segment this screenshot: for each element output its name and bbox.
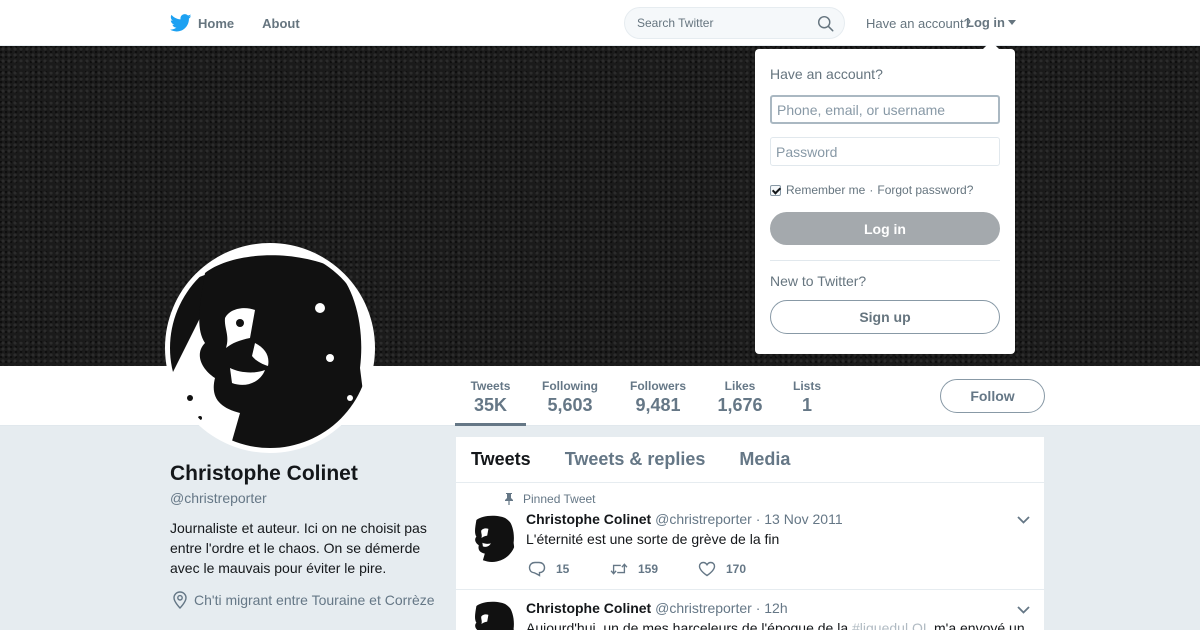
stat-likes-label: Likes bbox=[724, 379, 756, 393]
tweet-avatar[interactable] bbox=[468, 514, 516, 562]
profile-avatar[interactable] bbox=[165, 243, 375, 453]
stat-tweets-value: 35K bbox=[473, 395, 508, 415]
tab-media[interactable]: Media bbox=[739, 449, 790, 470]
stat-likes-value: 1,676 bbox=[717, 395, 763, 415]
tweet-author-name[interactable]: Christophe Colinet bbox=[526, 600, 651, 616]
tweet-avatar-photo bbox=[468, 600, 516, 630]
location-pin-icon bbox=[173, 591, 187, 609]
stat-followers[interactable]: Followers 9,481 bbox=[624, 366, 692, 426]
signup-button[interactable]: Sign up bbox=[770, 300, 1000, 334]
timeline-tabs: Tweets Tweets & replies Media bbox=[456, 437, 1044, 483]
tweet-author-handle[interactable]: @christreporter bbox=[655, 511, 752, 527]
login-dropdown-title: Have an account? bbox=[770, 66, 883, 82]
have-account-text: Have an account? bbox=[866, 16, 971, 31]
profile-location-text: Ch'ti migrant entre Touraine et Corrèze bbox=[194, 592, 435, 608]
tweet-avatar-photo bbox=[468, 514, 516, 562]
profile-photo bbox=[170, 248, 370, 448]
tab-tweets[interactable]: Tweets bbox=[471, 449, 531, 470]
stat-lists-label: Lists bbox=[792, 379, 821, 393]
twitter-bird-icon bbox=[170, 14, 192, 32]
tweet-author-handle[interactable]: @christreporter bbox=[655, 600, 752, 616]
remember-row: Remember me · Forgot password? bbox=[770, 183, 973, 197]
search-input[interactable] bbox=[625, 8, 805, 38]
timeline: Tweets Tweets & replies Media Pinned Twe… bbox=[456, 437, 1044, 630]
chevron-down-icon[interactable] bbox=[1017, 516, 1030, 524]
top-nav: Home About Have an account? Log in bbox=[0, 0, 1200, 46]
tweet-timestamp[interactable]: · 12h bbox=[756, 600, 788, 616]
tweet-text: L'éternité est une sorte de grève de la … bbox=[526, 531, 780, 547]
search-box[interactable] bbox=[624, 7, 845, 39]
login-button[interactable]: Log in bbox=[770, 212, 1000, 245]
pinned-indicator: Pinned Tweet bbox=[504, 492, 596, 506]
caret-down-icon bbox=[1008, 20, 1016, 25]
stat-tweets-label: Tweets bbox=[470, 379, 511, 393]
retweet-button[interactable]: 159 bbox=[610, 561, 698, 577]
profile-sidebar: Christophe Colinet @christreporter Journ… bbox=[170, 462, 440, 610]
username-input[interactable] bbox=[770, 95, 1000, 124]
login-dropdown: Have an account? Remember me · Forgot pa… bbox=[755, 41, 1015, 354]
tweet-item[interactable]: Christophe Colinet @christreporter · 12h… bbox=[456, 590, 1044, 630]
nav-left: Home About bbox=[170, 0, 300, 46]
tweet-text-start: Aujourd'hui, un de mes harceleurs de l'é… bbox=[526, 620, 853, 630]
tweet-text-end: m'a envoyé un bbox=[930, 620, 1025, 630]
tweet-text: Aujourd'hui, un de mes harceleurs de l'é… bbox=[526, 620, 1025, 630]
reply-count: 15 bbox=[556, 562, 570, 576]
forgot-password-link[interactable]: Forgot password? bbox=[877, 183, 973, 197]
stat-lists[interactable]: Lists 1 bbox=[787, 366, 827, 426]
divider bbox=[770, 260, 1000, 261]
stat-followers-label: Followers bbox=[629, 379, 686, 393]
stat-lists-value: 1 bbox=[801, 395, 812, 415]
nav-home-label: Home bbox=[198, 15, 235, 31]
login-link-label: Log in bbox=[966, 15, 1005, 30]
stat-likes[interactable]: Likes 1,676 bbox=[712, 366, 768, 426]
nav-home-link[interactable]: Home bbox=[170, 14, 234, 32]
pin-icon bbox=[505, 493, 513, 505]
retweet-count: 159 bbox=[638, 562, 659, 576]
new-to-twitter-text: New to Twitter? bbox=[770, 273, 867, 289]
separator-dot: · bbox=[869, 183, 874, 197]
tweet-header: Christophe Colinet @christreporter · 13 … bbox=[526, 511, 843, 527]
stat-followers-value: 9,481 bbox=[635, 395, 681, 415]
follow-button[interactable]: Follow bbox=[940, 379, 1045, 413]
reply-icon bbox=[528, 561, 546, 577]
tweet-header: Christophe Colinet @christreporter · 12h bbox=[526, 600, 788, 616]
login-dropdown-toggle[interactable]: Log in bbox=[966, 15, 1016, 30]
tweet-avatar[interactable] bbox=[468, 600, 516, 630]
reply-button[interactable]: 15 bbox=[528, 561, 610, 577]
remember-me-label[interactable]: Remember me bbox=[786, 183, 865, 197]
stat-following-value: 5,603 bbox=[547, 395, 593, 415]
profile-handle[interactable]: @christreporter bbox=[170, 490, 440, 506]
stat-following-label: Following bbox=[542, 379, 598, 393]
password-input[interactable] bbox=[770, 137, 1000, 166]
pinned-label: Pinned Tweet bbox=[523, 492, 596, 506]
stat-tweets[interactable]: Tweets 35K bbox=[455, 366, 526, 426]
tweet-actions: 15 159 170 bbox=[528, 561, 746, 577]
profile-bio: Journaliste et auteur. Ici on ne choisit… bbox=[170, 520, 427, 576]
tab-tweets-replies[interactable]: Tweets & replies bbox=[565, 449, 706, 470]
chevron-down-icon[interactable] bbox=[1017, 606, 1030, 614]
tweet-author-name[interactable]: Christophe Colinet bbox=[526, 511, 651, 527]
profile-location: Ch'ti migrant entre Touraine et Corrèze bbox=[170, 590, 440, 610]
remember-me-checkbox[interactable] bbox=[770, 184, 781, 196]
stat-following[interactable]: Following 5,603 bbox=[536, 366, 604, 426]
tweet-timestamp[interactable]: · 13 Nov 2011 bbox=[756, 511, 843, 527]
heart-icon bbox=[698, 561, 716, 577]
tweet-hashtag-link[interactable]: #liguedul OL bbox=[852, 620, 930, 630]
tweet-item[interactable]: Pinned Tweet Christophe Colinet @christr… bbox=[456, 483, 1044, 590]
retweet-icon bbox=[610, 563, 628, 575]
nav-about-link[interactable]: About bbox=[262, 16, 300, 31]
like-count: 170 bbox=[726, 562, 747, 576]
like-button[interactable]: 170 bbox=[698, 561, 746, 577]
search-icon[interactable] bbox=[817, 15, 834, 32]
profile-name[interactable]: Christophe Colinet bbox=[170, 462, 440, 486]
